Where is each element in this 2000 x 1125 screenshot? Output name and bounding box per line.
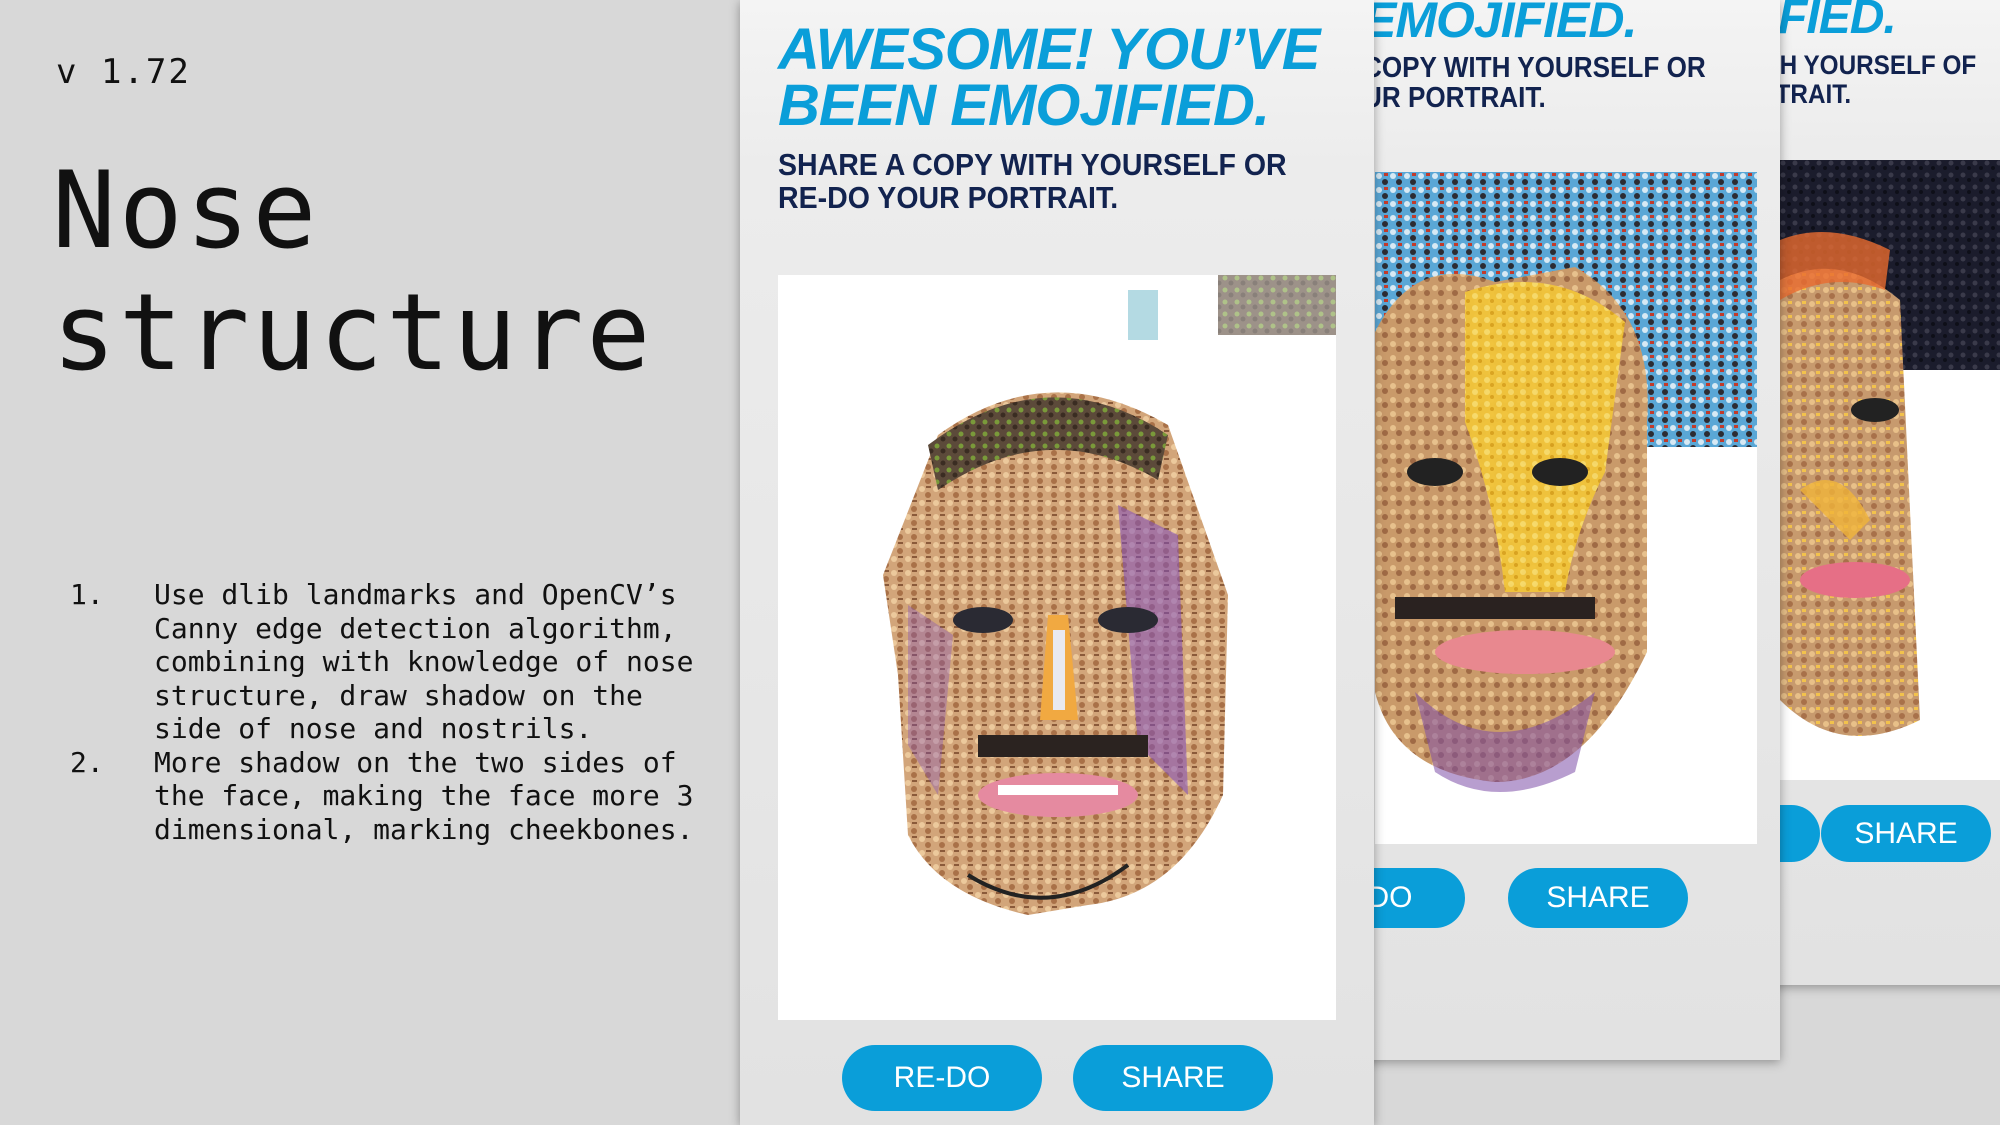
title-line-2: structure bbox=[52, 271, 654, 394]
subline-line-1: COPY WITH YOURSELF OR bbox=[1365, 52, 1706, 84]
share-button[interactable]: SHARE bbox=[1508, 868, 1688, 928]
subline: ITH YOURSELF OF RTRAIT. bbox=[1770, 51, 1976, 109]
redo-button[interactable]: E-DO bbox=[1365, 868, 1465, 928]
subline-line-1: ITH YOURSELF OF bbox=[1770, 50, 1977, 80]
subline: COPY WITH YOURSELF OR UR PORTRAIT. bbox=[1365, 53, 1706, 113]
step-item: 2. More shadow on the two sides of the f… bbox=[70, 746, 710, 847]
version-label: v 1.72 bbox=[56, 52, 191, 92]
share-button[interactable]: SHARE bbox=[1821, 805, 1991, 862]
slide-title: Nose structure bbox=[52, 150, 653, 394]
subline-line-2: RTRAIT. bbox=[1770, 79, 1852, 109]
subline-line-2: UR PORTRAIT. bbox=[1365, 82, 1546, 114]
step-text: More shadow on the two sides of the face… bbox=[154, 745, 694, 846]
subline-line-1: SHARE A COPY WITH YOURSELF OR bbox=[778, 147, 1287, 182]
headline: AWESOME! YOU’VE BEEN EMOJIFIED. bbox=[778, 21, 1320, 135]
title-line-1: Nose bbox=[52, 149, 320, 272]
emoji-portrait-image bbox=[1375, 172, 1757, 844]
phone-screen-2: EMOJIFIED. COPY WITH YOURSELF OR UR PORT… bbox=[1365, 0, 1780, 1060]
emoji-portrait-image bbox=[1780, 160, 2000, 780]
subline: SHARE A COPY WITH YOURSELF OR RE-DO YOUR… bbox=[778, 148, 1287, 214]
step-item: 1. Use dlib landmarks and OpenCV’s Canny… bbox=[70, 578, 710, 746]
step-text: Use dlib landmarks and OpenCV’s Canny ed… bbox=[154, 578, 694, 745]
subline-line-2: RE-DO YOUR PORTRAIT. bbox=[778, 180, 1119, 215]
headline: JIFIED. bbox=[1770, 0, 1897, 44]
share-button[interactable]: SHARE bbox=[1073, 1045, 1273, 1111]
steps-list: 1. Use dlib landmarks and OpenCV’s Canny… bbox=[70, 578, 710, 846]
redo-button[interactable]: RE-DO bbox=[842, 1045, 1042, 1111]
headline: EMOJIFIED. bbox=[1365, 0, 1637, 48]
step-number: 1. bbox=[70, 578, 104, 611]
step-number: 2. bbox=[70, 745, 104, 779]
phone-screen-1: AWESOME! YOU’VE BEEN EMOJIFIED. SHARE A … bbox=[740, 0, 1374, 1125]
emoji-portrait-image bbox=[778, 275, 1336, 1020]
headline-line-2: BEEN EMOJIFIED. bbox=[778, 73, 1270, 138]
phone-screen-3: JIFIED. ITH YOURSELF OF RTRAIT. bbox=[1770, 0, 2000, 985]
